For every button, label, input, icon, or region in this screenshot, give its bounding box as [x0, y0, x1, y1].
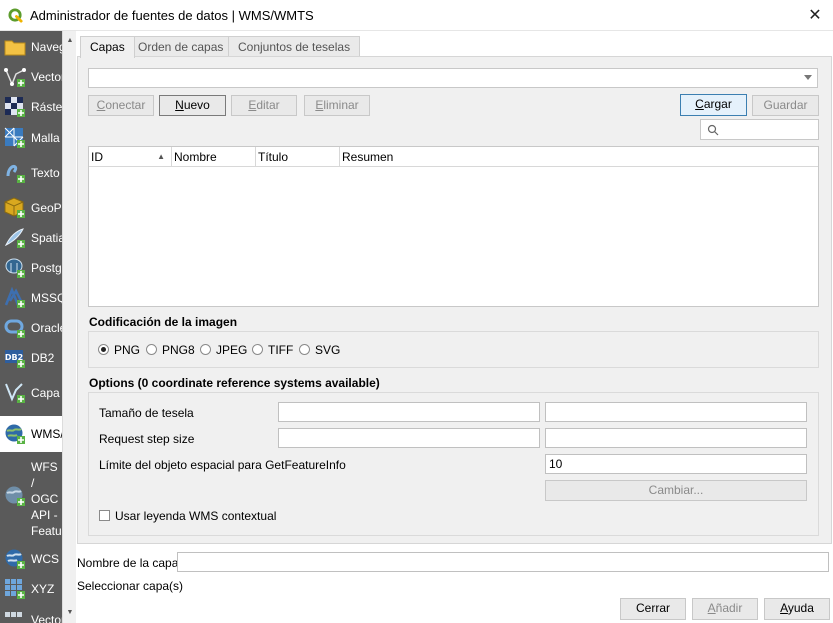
sidebar-item-oracle[interactable]: Oracle: [0, 313, 62, 343]
options-title: Options (0 coordinate reference systems …: [89, 376, 380, 390]
save-button[interactable]: Guardar: [752, 95, 819, 116]
table-header: ID ▲ Nombre Título Resumen: [89, 147, 818, 167]
new-button[interactable]: Nuevo: [159, 95, 226, 116]
window-title: Administrador de fuentes de datos | WMS/…: [30, 8, 314, 23]
image-encoding-title: Codificación de la imagen: [89, 315, 238, 329]
sort-ascending-icon: ▲: [157, 152, 165, 161]
column-header-abstract[interactable]: Resumen: [340, 147, 818, 167]
add-button[interactable]: Añadir: [692, 598, 758, 620]
db2-icon: DB2: [5, 350, 25, 368]
sidebar-item-postgresql[interactable]: PostgreSQL: [0, 253, 62, 283]
column-header-name[interactable]: Nombre: [172, 147, 256, 167]
change-crs-button[interactable]: Cambiar...: [545, 480, 807, 501]
sidebar-item-mesh[interactable]: Malla: [0, 123, 62, 153]
folder-icon: [4, 40, 26, 56]
step-width-input[interactable]: [278, 428, 540, 448]
sidebar-item-wcs[interactable]: WCS: [0, 544, 62, 574]
load-button[interactable]: Cargar: [680, 94, 747, 116]
encoding-radio-svg[interactable]: [299, 344, 310, 355]
scroll-down-arrow-icon[interactable]: ▼: [66, 609, 74, 616]
vector-tiles-icon: [5, 612, 22, 617]
encoding-label-tiff: TIFF: [268, 343, 294, 357]
edit-button[interactable]: Editar: [231, 95, 297, 116]
title-bar: Administrador de fuentes de datos | WMS/…: [0, 0, 833, 31]
sidebar-item-geopackage[interactable]: GeoPackage: [0, 192, 62, 224]
encoding-label-png8: PNG8: [162, 343, 195, 357]
sidebar-item-xyz[interactable]: XYZ: [0, 574, 62, 604]
raster-icon: [5, 97, 25, 117]
tab-layers[interactable]: Capas: [80, 36, 135, 58]
source-sidebar: Navegador Vectorial Ráster Malla Texto G…: [0, 31, 62, 623]
connect-button[interactable]: Conectar: [88, 95, 154, 116]
search-icon: [707, 124, 719, 136]
sidebar-item-raster[interactable]: Ráster: [0, 93, 62, 121]
feature-limit-label: Límite del objeto espacial para GetFeatu…: [99, 458, 346, 472]
tile-width-input[interactable]: [278, 402, 540, 422]
tab-layer-order[interactable]: Orden de capas: [128, 36, 234, 57]
virtual-layer-icon: [5, 383, 25, 403]
layer-search-input[interactable]: [700, 119, 819, 140]
wms-icon: [5, 424, 25, 444]
sidebar-item-wms[interactable]: WMS/WMTS: [0, 416, 62, 452]
wcs-icon: [5, 549, 25, 569]
sidebar-item-delimited-text[interactable]: Texto: [0, 157, 62, 189]
sidebar-item-mssql[interactable]: MSSQL: [0, 283, 62, 313]
contextual-legend-checkbox[interactable]: [99, 510, 110, 521]
layer-name-label: Nombre de la capa: [77, 556, 179, 570]
connection-select[interactable]: [88, 68, 818, 88]
close-button[interactable]: Cerrar: [620, 598, 686, 620]
close-window-button[interactable]: ✕: [804, 5, 826, 27]
qgis-logo-icon: [8, 8, 23, 23]
delimited-text-icon: [6, 165, 25, 183]
encoding-radio-png8[interactable]: [146, 344, 157, 355]
wfs-icon: [5, 486, 25, 506]
scroll-up-arrow-icon[interactable]: ▲: [66, 37, 74, 44]
column-header-id[interactable]: ID ▲: [89, 147, 172, 167]
layers-table[interactable]: ID ▲ Nombre Título Resumen: [88, 146, 819, 307]
postgis-icon: [5, 258, 25, 278]
chevron-down-icon: [804, 75, 812, 80]
xyz-icon: [5, 579, 25, 599]
spatialite-icon: [4, 228, 25, 248]
contextual-legend-label: Usar leyenda WMS contextual: [115, 509, 277, 523]
encoding-radio-tiff[interactable]: [252, 344, 263, 355]
step-height-input[interactable]: [545, 428, 807, 448]
encoding-label-jpeg: JPEG: [216, 343, 248, 357]
mesh-icon: [4, 127, 25, 148]
encoding-label-svg: SVG: [315, 343, 341, 357]
layer-name-input[interactable]: [177, 552, 829, 572]
oracle-icon: [4, 319, 25, 338]
sidebar-item-db2[interactable]: DB2 DB2: [0, 343, 62, 373]
vector-icon: [4, 68, 26, 87]
request-step-label: Request step size: [99, 432, 195, 446]
status-text: Seleccionar capa(s): [77, 579, 184, 593]
encoding-radio-jpeg[interactable]: [200, 344, 211, 355]
encoding-label-png: PNG: [114, 343, 141, 357]
mssql-icon: [4, 287, 25, 308]
remove-button[interactable]: Eliminar: [304, 95, 370, 116]
sidebar-item-vector-tiles[interactable]: Vector tiles: [0, 607, 62, 623]
sidebar-item-virtual-layer[interactable]: Capa virtual: [0, 377, 62, 409]
geopackage-icon: [4, 197, 25, 218]
sidebar-item-wfs[interactable]: WFS / OGC API - Features: [0, 455, 62, 543]
sidebar-item-spatialite[interactable]: SpatiaLite: [0, 223, 62, 253]
image-encoding-group: [88, 331, 819, 368]
sidebar-scrollbar[interactable]: ▲ ▼: [62, 31, 76, 623]
sidebar-item-browser[interactable]: Navegador: [0, 33, 62, 61]
feature-limit-input[interactable]: 10: [545, 454, 807, 474]
tile-height-input[interactable]: [545, 402, 807, 422]
help-button[interactable]: Ayuda: [764, 598, 830, 620]
tile-size-label: Tamaño de tesela: [99, 406, 194, 420]
encoding-radio-png[interactable]: [98, 344, 109, 355]
column-header-title[interactable]: Título: [256, 147, 340, 167]
sidebar-item-vector[interactable]: Vectorial: [0, 63, 62, 91]
tab-tilesets[interactable]: Conjuntos de teselas: [228, 36, 361, 57]
